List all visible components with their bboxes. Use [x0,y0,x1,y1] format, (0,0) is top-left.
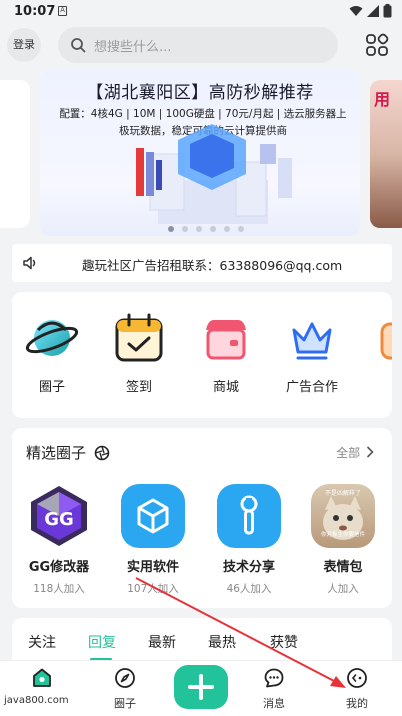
tab-follow[interactable]: 关注 [28,632,56,652]
banner-dot [196,226,202,232]
category-label: 签到 [125,380,152,395]
calendar-check-icon [115,313,163,362]
category-label: 商城 [212,380,239,395]
category-checkin[interactable]: 签到 [107,310,171,395]
nav-circles[interactable]: 圈子 [100,667,150,711]
shop-icon [206,320,246,360]
circle-member-count: 46人加入 [226,583,272,595]
category-label: 圈子 [38,380,65,395]
featured-circles-header: 精选圈子 [26,442,110,463]
view-all-link[interactable]: 全部 [336,444,374,461]
banner-slide[interactable]: 【湖北襄阳区】高防秒解推荐 配置：4核4G | 10M | 100G硬盘 | 7… [40,70,360,236]
profile-icon [347,668,367,688]
status-time: 10:07 [14,4,56,19]
meme-caption-bottom: 你对象生你要信件 [320,532,365,538]
wifi-icon [349,6,363,16]
category-ad-cooperation[interactable]: 广告合作 [280,310,344,395]
circle-name: 表情包 [323,560,363,575]
meme-caption-top: 不是凶解样了 [324,490,361,497]
plus-icon [188,674,214,700]
sim-icon: A [58,6,67,16]
category-circles[interactable]: 圈子 [20,310,84,395]
speaker-icon [23,256,36,270]
nav-messages[interactable]: 消息 [249,667,299,711]
top-bar: 登录 想搜些什么... [0,26,402,64]
banner-next-peek[interactable]: 用 [370,80,402,228]
circle-name: 技术分享 [222,560,275,575]
featured-circles-title: 精选圈子 [26,444,87,462]
home-icon [33,668,51,687]
category-shortcuts: 圈子 签到 商城 广告合作 头 [12,292,392,418]
banner-next-text: 用 [374,90,391,109]
nav-label: 圈子 [114,697,136,710]
circle-item-software[interactable]: 实用软件 107人加入 [108,484,198,596]
chevron-right-icon [366,446,374,458]
banner-dot [168,226,174,232]
battery-icon [383,4,392,18]
box-icon [121,484,185,548]
search-input[interactable]: 想搜些什么... [58,27,338,63]
status-bar: 10:07 A [0,0,402,24]
status-icons [349,4,392,18]
tab-liked[interactable]: 获赞 [270,632,298,652]
circle-item-tech[interactable]: 技术分享 46人加入 [204,484,294,596]
banner-carousel[interactable]: 【湖北襄阳区】高防秒解推荐 配置：4核4G | 10M | 100G硬盘 | 7… [0,66,402,242]
site-watermark: java800.com [0,691,70,711]
avatar-icon [380,322,392,360]
category-label: 广告合作 [285,380,338,395]
gg-badge-text: GG [44,509,74,530]
create-post-button[interactable] [174,665,228,709]
cat-meme-icon: 不是凶解样了 你对象生你要信件 [311,484,375,548]
circle-member-count: 人加入 [327,583,359,595]
chat-icon [264,668,284,688]
circle-member-count: 107人加入 [127,583,179,595]
view-all-label: 全部 [336,446,361,460]
tab-latest[interactable]: 最新 [148,632,176,652]
compass-icon [115,668,135,688]
gg-logo-icon: GG [27,484,91,548]
banner-dot [210,226,216,232]
circle-item-memes[interactable]: 不是凶解样了 你对象生你要信件 表情包 人加入 [298,484,388,596]
planet-icon [25,320,79,356]
wrench-icon [217,484,281,548]
circle-item-gg[interactable]: GG GG修改器 118人加入 [14,484,104,596]
nav-profile[interactable]: 我的 [332,667,382,711]
crown-icon [292,322,332,360]
notice-bar[interactable]: 趣玩社区广告招租联系：63388096@qq.com [12,244,392,282]
search-placeholder: 想搜些什么... [94,39,172,55]
featured-circles: 精选圈子 全部 GG GG修改器 118人加入 实用软件 107人加入 技术分享… [12,428,392,608]
circle-name: 实用软件 [126,560,179,575]
banner-prev-peek[interactable] [0,80,30,228]
circle-name: GG修改器 [28,560,90,575]
banner-pagination [168,226,244,232]
signal-icon [367,5,379,17]
tab-hottest[interactable]: 最热 [208,632,236,652]
search-icon [71,38,86,53]
nav-label: 消息 [263,697,285,710]
category-label: 头 [366,376,392,395]
banner-dot [182,226,188,232]
nav-label: 我的 [346,697,368,710]
tab-replies[interactable]: 回复 [88,632,116,652]
server-illustration [136,124,292,224]
banner-dot [238,226,244,232]
login-button[interactable]: 登录 [7,28,41,62]
aperture-icon [94,445,110,460]
category-avatar[interactable]: 头 [366,310,392,395]
category-shop[interactable]: 商城 [194,310,258,395]
circle-member-count: 118人加入 [33,583,85,595]
banner-dot [224,226,230,232]
notice-text: 趣玩社区广告招租联系：63388096@qq.com [82,258,343,273]
apps-grid-icon[interactable] [364,32,390,58]
